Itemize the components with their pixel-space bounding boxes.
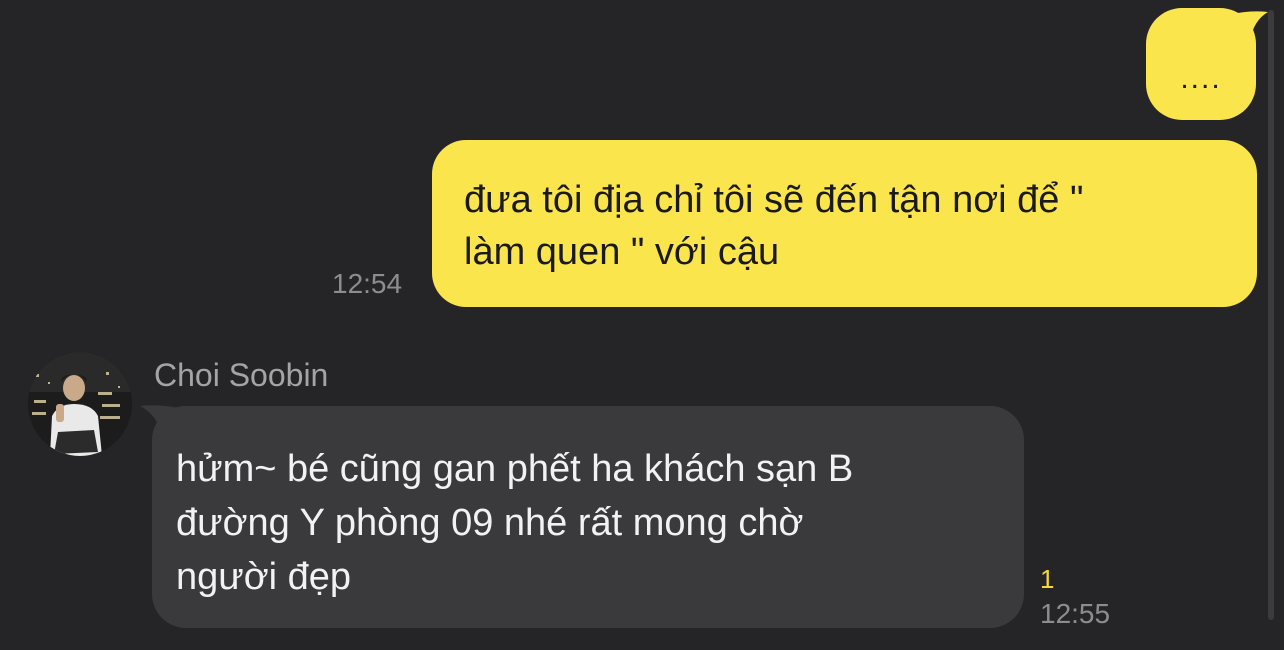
avatar[interactable] xyxy=(28,352,132,456)
sent-message-bubble[interactable]: .... xyxy=(1146,8,1256,120)
sender-name: Choi Soobin xyxy=(154,357,329,393)
sent-message-bubble[interactable]: đưa tôi địa chỉ tôi sẽ đến tận nơi để " … xyxy=(432,140,1257,307)
message-timestamp: 12:55 xyxy=(1040,598,1111,629)
message-timestamp: 12:54 xyxy=(332,268,403,299)
message-text: hửm~ bé cũng gan phết ha khách sạn B đườ… xyxy=(176,448,854,598)
scrollbar[interactable] xyxy=(1268,10,1274,620)
received-message-bubble[interactable]: hửm~ bé cũng gan phết ha khách sạn B đườ… xyxy=(152,406,1024,628)
profile-photo-icon xyxy=(28,352,132,456)
message-text: đưa tôi địa chỉ tôi sẽ đến tận nơi để " … xyxy=(464,179,1084,273)
message-text: .... xyxy=(1180,62,1222,95)
unread-count: 1 xyxy=(1040,564,1055,594)
chat-thread[interactable]: .... đưa tôi địa chỉ tôi sẽ đến tận nơi … xyxy=(0,0,1284,650)
